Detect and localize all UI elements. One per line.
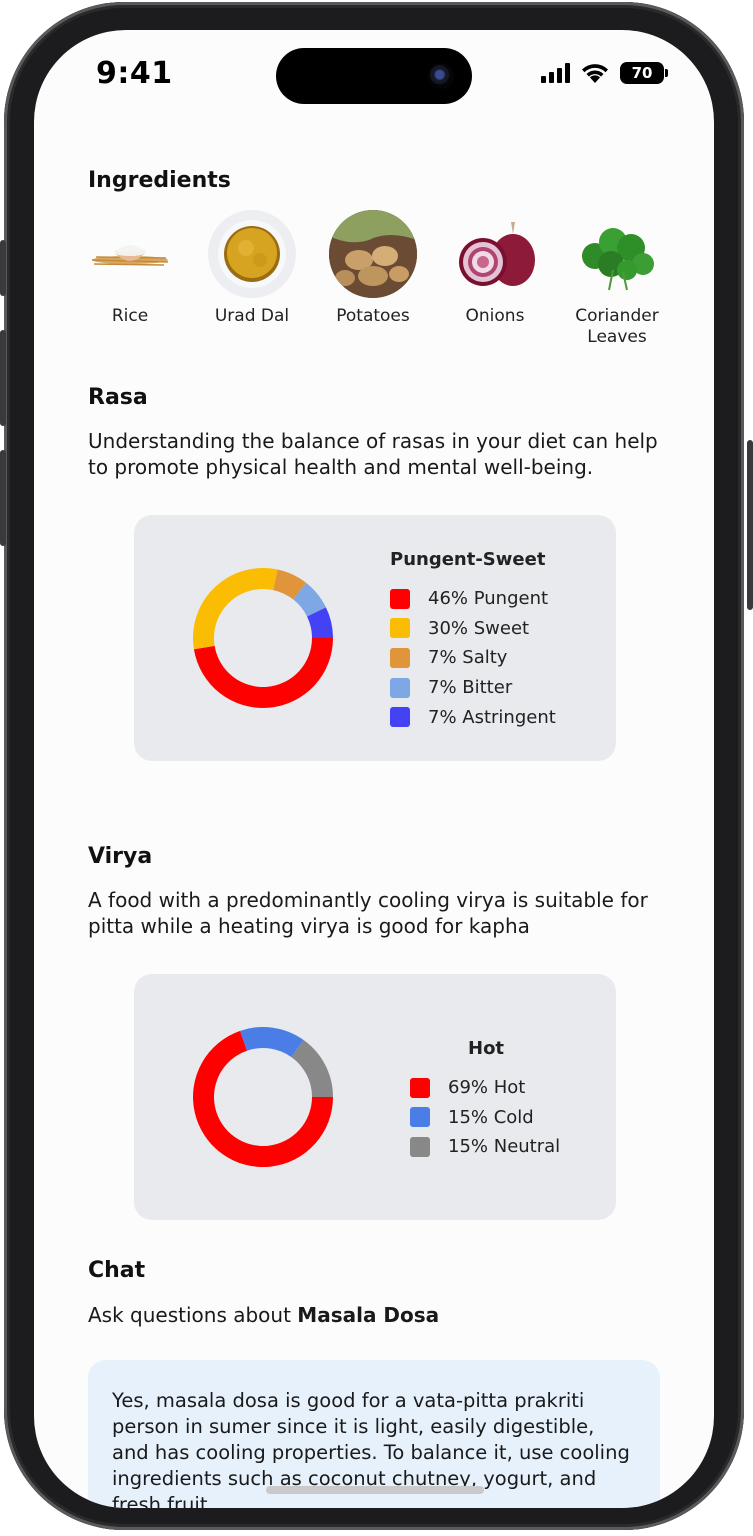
legend-label: 7% Bitter bbox=[428, 677, 513, 699]
status-time: 9:41 bbox=[96, 56, 173, 91]
virya-legend-title: Hot bbox=[468, 1038, 505, 1059]
legend-label: 69% Hot bbox=[448, 1077, 526, 1099]
legend-swatch bbox=[390, 707, 410, 728]
screen: 9:41 70 Ingredients Rice Urad Dal Potato… bbox=[34, 30, 714, 1508]
wifi-icon bbox=[582, 64, 608, 83]
cellular-signal-icon bbox=[541, 63, 570, 83]
ingredients-title: Ingredients bbox=[88, 168, 231, 193]
legend-label: 7% Salty bbox=[428, 647, 508, 669]
ingredient-onions[interactable]: Onions bbox=[435, 210, 555, 327]
legend-item-salty: 7% Salty bbox=[390, 643, 556, 673]
legend-label: 15% Cold bbox=[448, 1106, 534, 1128]
legend-swatch bbox=[410, 1107, 430, 1128]
ingredient-label: Coriander Leaves bbox=[575, 306, 659, 347]
virya-legend: Hot 69% Hot 15% Cold 15% Neutral bbox=[410, 1038, 560, 1162]
ingredient-label: Onions bbox=[465, 306, 525, 326]
legend-label: 7% Astringent bbox=[428, 706, 556, 728]
rice-icon bbox=[86, 210, 174, 298]
battery-level: 70 bbox=[620, 62, 664, 84]
legend-swatch bbox=[390, 677, 410, 698]
legend-swatch bbox=[410, 1136, 430, 1157]
legend-item-pungent: 46% Pungent bbox=[390, 584, 556, 614]
donut-slice-cold bbox=[240, 1027, 304, 1058]
chat-prompt: Ask questions about Masala Dosa bbox=[88, 1302, 668, 1328]
home-indicator[interactable] bbox=[266, 1486, 484, 1494]
rasa-legend: Pungent-Sweet 46% Pungent 30% Sweet 7% S… bbox=[390, 549, 556, 732]
ingredient-potatoes[interactable]: Potatoes bbox=[313, 210, 433, 327]
legend-item-hot: 69% Hot bbox=[410, 1073, 560, 1103]
mute-switch bbox=[0, 240, 6, 296]
status-icons: 70 bbox=[541, 62, 668, 84]
legend-item-neutral: 15% Neutral bbox=[410, 1132, 560, 1162]
ingredient-urad-dal[interactable]: Urad Dal bbox=[192, 210, 312, 327]
ingredient-label: Urad Dal bbox=[214, 306, 290, 326]
legend-item-cold: 15% Cold bbox=[410, 1103, 560, 1133]
legend-label: 30% Sweet bbox=[428, 617, 530, 639]
donut-slice-sweet bbox=[193, 568, 278, 650]
chat-dish-name: Masala Dosa bbox=[297, 1303, 440, 1327]
virya-title: Virya bbox=[88, 844, 153, 869]
coriander-icon bbox=[573, 210, 661, 298]
legend-label: 15% Neutral bbox=[448, 1136, 561, 1158]
virya-description: A food with a predominantly cooling viry… bbox=[88, 888, 648, 938]
battery-icon: 70 bbox=[620, 62, 668, 84]
legend-swatch bbox=[390, 647, 410, 668]
legend-item-sweet: 30% Sweet bbox=[390, 614, 556, 644]
legend-swatch bbox=[410, 1077, 430, 1098]
donut-slice-neutral bbox=[291, 1039, 333, 1097]
legend-swatch bbox=[390, 588, 410, 609]
ingredient-rice[interactable]: Rice bbox=[70, 210, 190, 327]
rasa-legend-title: Pungent-Sweet bbox=[390, 549, 546, 570]
power-button bbox=[747, 440, 753, 610]
ingredient-coriander-leaves[interactable]: Coriander Leaves bbox=[557, 210, 677, 348]
legend-swatch bbox=[390, 618, 410, 639]
urad-dal-icon bbox=[208, 210, 296, 298]
ingredient-label: Potatoes bbox=[336, 306, 410, 326]
rasa-title: Rasa bbox=[88, 385, 148, 410]
donut-slice-pungent bbox=[193, 638, 333, 708]
onions-icon bbox=[451, 210, 539, 298]
volume-down-button bbox=[0, 450, 6, 546]
rasa-donut-chart bbox=[193, 568, 333, 708]
chat-title: Chat bbox=[88, 1258, 146, 1283]
volume-up-button bbox=[0, 330, 6, 426]
chat-prompt-prefix: Ask questions about bbox=[88, 1303, 298, 1327]
potatoes-icon bbox=[329, 210, 417, 298]
legend-item-astringent: 7% Astringent bbox=[390, 702, 556, 732]
rasa-description: Understanding the balance of rasas in yo… bbox=[88, 429, 658, 479]
legend-item-bitter: 7% Bitter bbox=[390, 673, 556, 703]
dynamic-island bbox=[276, 48, 472, 104]
legend-label: 46% Pungent bbox=[428, 588, 549, 610]
camera-icon bbox=[428, 63, 454, 89]
virya-donut-chart bbox=[193, 1027, 333, 1167]
rasa-chart-card: Pungent-Sweet 46% Pungent 30% Sweet 7% S… bbox=[134, 515, 616, 761]
ingredient-label: Rice bbox=[111, 306, 149, 326]
virya-chart-card: Hot 69% Hot 15% Cold 15% Neutral bbox=[134, 974, 616, 1220]
